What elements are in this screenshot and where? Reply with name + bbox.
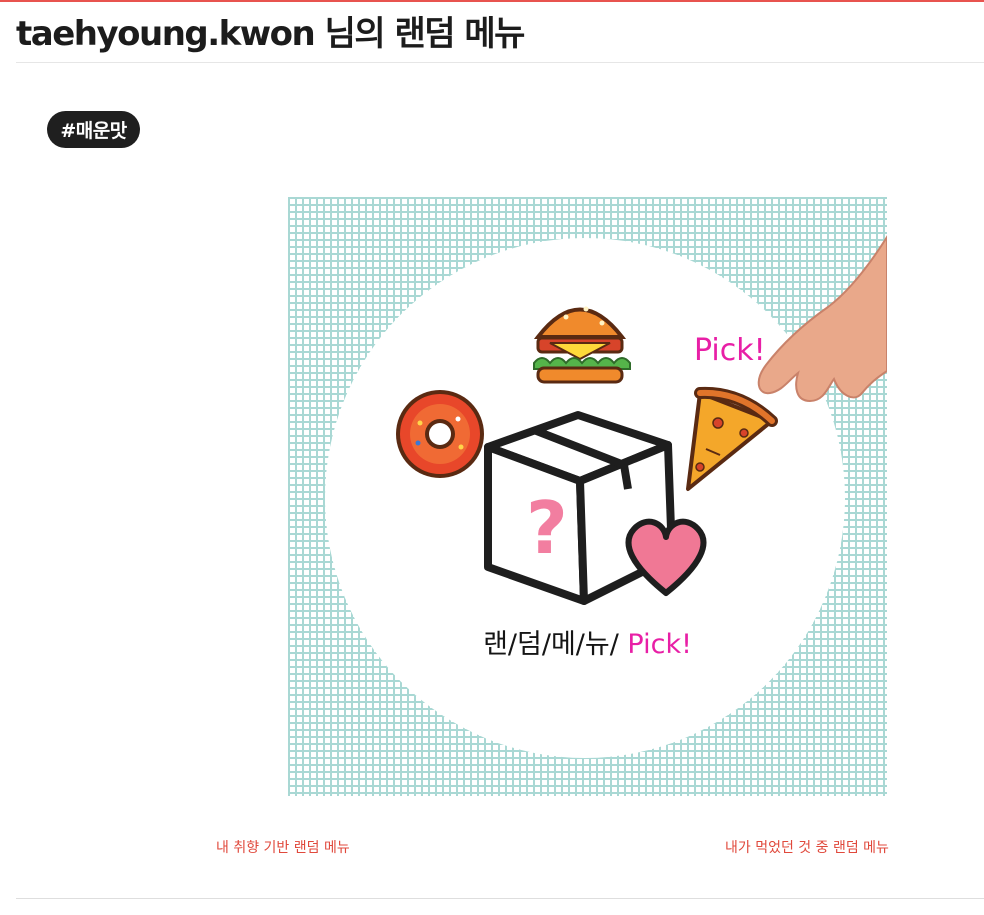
tag-spicy[interactable]: #매운맛 [47, 111, 140, 148]
random-menu-caption: 랜/덤/메/뉴/ Pick! [288, 622, 887, 661]
title-divider [16, 62, 984, 63]
caption-pick: Pick! [627, 629, 692, 660]
donut-icon [396, 390, 484, 478]
question-mark-icon: ? [526, 486, 568, 570]
caption-text: 랜/덤/메/뉴/ [483, 629, 628, 660]
page-title: taehyoung.kwon 님의 랜덤 메뉴 [16, 14, 525, 54]
random-menu-illustration: ? [288, 197, 887, 796]
pick-label: Pick! [694, 333, 766, 368]
random-menu-image[interactable]: ? Pick! 랜/덤/메/뉴/ Pick! [288, 197, 887, 796]
preference-random-menu-link[interactable]: 내 취향 기반 랜덤 메뉴 [216, 837, 350, 857]
top-accent-bar [0, 0, 984, 2]
bottom-divider [16, 898, 984, 899]
eaten-random-menu-link[interactable]: 내가 먹었던 것 중 랜덤 메뉴 [725, 837, 889, 857]
